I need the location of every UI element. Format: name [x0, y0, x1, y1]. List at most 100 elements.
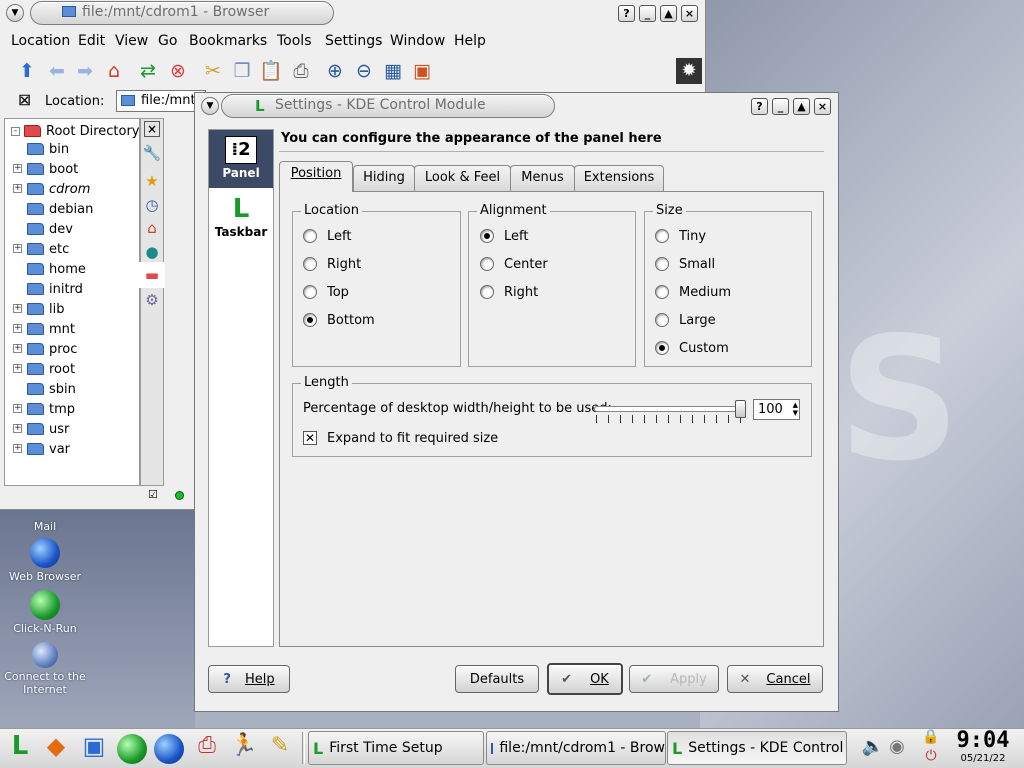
length-spinbox[interactable]: 100 ▲ ▼	[753, 399, 800, 420]
desktop-icon-web-browser[interactable]: Web Browser	[0, 538, 90, 583]
expand-icon[interactable]: +	[13, 364, 22, 373]
back-arrow-icon[interactable]: ⬅	[44, 58, 70, 84]
tree-root[interactable]: - Root Directory	[11, 121, 139, 141]
alignment-center-radio[interactable]: Center	[480, 254, 548, 274]
tree-item[interactable]: debian	[27, 199, 93, 219]
menu-location[interactable]: Location	[11, 33, 70, 49]
menu-settings[interactable]: Settings	[325, 33, 382, 49]
tab-look-and-feel[interactable]: Look & Feel	[414, 165, 511, 192]
location-bottom-radio[interactable]: Bottom	[303, 310, 375, 330]
clock[interactable]: 9:04 05/21/22	[952, 729, 1014, 767]
tree-item[interactable]: bin	[27, 139, 69, 159]
view-split-icon[interactable]: ▣	[409, 58, 435, 84]
tree-item[interactable]: + etc	[13, 239, 69, 259]
size-small-radio[interactable]: Small	[655, 254, 715, 274]
menu-edit[interactable]: Edit	[78, 33, 105, 49]
spin-arrows-icon[interactable]: ▲ ▼	[793, 401, 798, 417]
size-custom-radio[interactable]: Custom	[655, 338, 729, 358]
view-config-icon[interactable]: ☑	[148, 488, 158, 501]
browser-window-menu-button[interactable]: ▼	[6, 4, 24, 22]
clear-location-icon[interactable]: ⮽	[19, 93, 30, 109]
expand-icon[interactable]: +	[13, 164, 22, 173]
zoom-out-icon[interactable]: ⊖	[351, 58, 377, 84]
location-right-radio[interactable]: Right	[303, 254, 361, 274]
maximize-icon[interactable]: ▲	[660, 5, 677, 22]
copy-icon[interactable]: ❐	[229, 58, 255, 84]
click-n-run-launcher-icon[interactable]	[116, 733, 148, 764]
kde-menu-icon[interactable]: L	[4, 733, 36, 763]
close-icon[interactable]: ×	[681, 5, 698, 22]
tree-item[interactable]: sbin	[27, 379, 76, 399]
minimize-icon[interactable]: _	[639, 5, 656, 22]
cut-icon[interactable]: ✂	[200, 58, 226, 84]
up-arrow-icon[interactable]: ⬆	[14, 58, 40, 84]
print-icon[interactable]: ⎙	[288, 58, 314, 84]
printer-launcher-icon[interactable]: ⎙	[190, 733, 224, 763]
bookmarks-star-icon[interactable]: ★	[139, 168, 165, 194]
desktop-icon-connect-internet[interactable]: Connect to the Internet	[0, 642, 90, 696]
expand-icon[interactable]: +	[13, 244, 22, 253]
directory-tree[interactable]: - Root Directory bin + boot + cdrom debian…	[4, 118, 140, 486]
apply-button[interactable]: ✔ Apply	[629, 665, 719, 693]
forward-arrow-icon[interactable]: ➡	[72, 58, 98, 84]
alignment-left-radio[interactable]: Left	[480, 226, 528, 246]
task-settings[interactable]: L Settings - KDE Control	[667, 731, 847, 765]
expand-icon[interactable]: +	[13, 424, 22, 433]
expand-icon[interactable]: +	[13, 344, 22, 353]
ok-button[interactable]: ✔ OK	[547, 663, 623, 695]
tab-extensions[interactable]: Extensions	[574, 165, 664, 192]
help-icon[interactable]: ?	[618, 5, 635, 22]
size-medium-radio[interactable]: Medium	[655, 282, 731, 302]
services-icon[interactable]: ⚙	[139, 287, 165, 313]
menu-go[interactable]: Go	[158, 33, 177, 49]
tree-item[interactable]: initrd	[27, 279, 83, 299]
size-large-radio[interactable]: Large	[655, 310, 716, 330]
lock-icon[interactable]: 🔒	[920, 728, 942, 746]
expand-checkbox[interactable]: ✕ Expand to fit required size	[303, 428, 498, 448]
root-folder-tab-icon[interactable]: ▬	[139, 262, 165, 288]
tree-item[interactable]: + cdrom	[13, 179, 90, 199]
menu-tools[interactable]: Tools	[277, 33, 312, 49]
tab-menus[interactable]: Menus	[510, 165, 575, 192]
tree-item[interactable]: + lib	[13, 299, 64, 319]
tools-icon[interactable]: 🔧	[139, 140, 165, 166]
menu-help[interactable]: Help	[454, 33, 486, 49]
paste-icon[interactable]: 📋	[258, 58, 284, 84]
view-mode-icon[interactable]: ▦	[380, 58, 406, 84]
tree-item[interactable]: home	[27, 259, 86, 279]
user-icon[interactable]: ◉	[884, 734, 910, 760]
runner-launcher-icon[interactable]: 🏃	[228, 733, 260, 763]
stop-icon[interactable]: ⊗	[165, 58, 191, 84]
tree-item[interactable]: + tmp	[13, 399, 75, 419]
tree-item[interactable]: + proc	[13, 339, 77, 359]
desktop-icon-mail[interactable]: Mail	[0, 520, 90, 533]
zoom-in-icon[interactable]: ⊕	[322, 58, 348, 84]
menu-window[interactable]: Window	[390, 33, 445, 49]
reload-icon[interactable]: ⇄	[135, 58, 161, 84]
defaults-button[interactable]: Defaults	[455, 665, 539, 693]
length-slider[interactable]	[594, 400, 746, 426]
size-tiny-radio[interactable]: Tiny	[655, 226, 706, 246]
desktop-icon-click-n-run[interactable]: Click-N-Run	[0, 590, 90, 635]
expand-icon[interactable]: +	[13, 444, 22, 453]
life-vest-icon[interactable]: ◆	[40, 733, 72, 763]
tab-position[interactable]: Position	[279, 161, 353, 192]
editor-launcher-icon[interactable]: ✎	[264, 733, 296, 763]
minimize-icon[interactable]: _	[772, 98, 789, 115]
tree-item[interactable]: + boot	[13, 159, 78, 179]
home-icon[interactable]: ⌂	[101, 58, 127, 84]
logout-icon[interactable]: ⏻	[920, 747, 942, 765]
maximize-icon[interactable]: ▲	[793, 98, 810, 115]
tree-item[interactable]: + usr	[13, 419, 69, 439]
volume-icon[interactable]: 🔈	[860, 734, 886, 760]
cancel-button[interactable]: ✕ Cancel	[727, 665, 823, 693]
expand-icon[interactable]: +	[13, 324, 22, 333]
expand-icon[interactable]: +	[13, 404, 22, 413]
location-left-radio[interactable]: Left	[303, 226, 351, 246]
close-sidebar-icon[interactable]: ×	[144, 121, 160, 137]
expand-icon[interactable]: +	[13, 184, 22, 193]
help-icon[interactable]: ?	[751, 98, 768, 115]
sidebar-item-panel[interactable]: ⁞2 Panel	[209, 130, 273, 188]
alignment-right-radio[interactable]: Right	[480, 282, 538, 302]
tab-hiding[interactable]: Hiding	[353, 165, 415, 192]
